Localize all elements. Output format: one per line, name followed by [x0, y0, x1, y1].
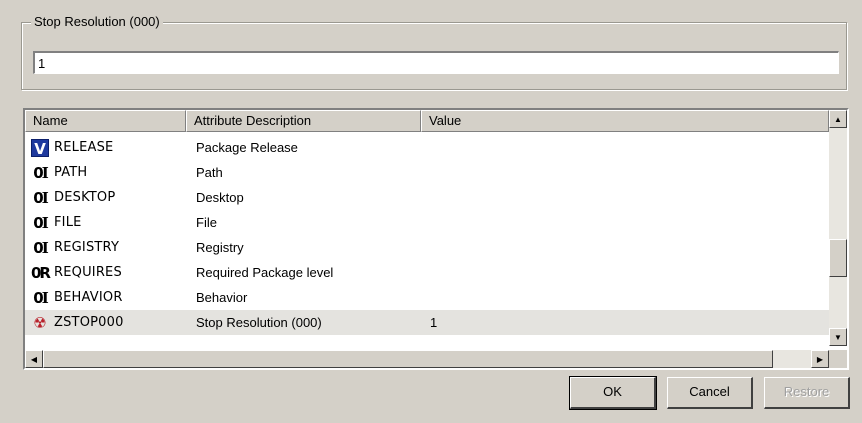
- vertical-scrollbar[interactable]: ▲ ▼: [829, 110, 847, 346]
- restore-button[interactable]: Restore: [764, 377, 850, 409]
- row-description: Registry: [196, 240, 244, 255]
- row-description: File: [196, 215, 217, 230]
- table-row[interactable]: 0 I REGISTRY Registry: [25, 235, 829, 260]
- row-name: BEHAVIOR: [54, 290, 123, 305]
- ok-button[interactable]: OK: [569, 376, 657, 410]
- scroll-left-icon[interactable]: ◀: [25, 350, 43, 368]
- horizontal-scroll-thumb[interactable]: [43, 350, 773, 368]
- clip-r-icon: 0R: [31, 263, 51, 282]
- clip-i-icon: 0I: [33, 238, 48, 257]
- row-name: DESKTOP: [54, 190, 116, 205]
- row-description: Path: [196, 165, 223, 180]
- table-row[interactable]: 0 I DESKTOP Desktop: [25, 185, 829, 210]
- vertical-scroll-thumb[interactable]: [829, 239, 847, 277]
- column-header-value[interactable]: Value: [421, 110, 829, 132]
- row-name: FILE: [54, 215, 82, 230]
- table-row-selected[interactable]: ☢ ZSTOP000 Stop Resolution (000) 1: [25, 310, 829, 335]
- clip-i-icon: 0I: [33, 288, 48, 307]
- clip-i-icon: 0I: [33, 188, 48, 207]
- clip-i-icon: 0I: [33, 213, 48, 232]
- table-row[interactable]: 0R REQUIRES Required Package level: [25, 260, 829, 285]
- table-row[interactable]: V RELEASE Package Release: [25, 135, 829, 160]
- group-label: Stop Resolution (000): [31, 14, 163, 29]
- scroll-right-icon[interactable]: ▶: [811, 350, 829, 368]
- resize-corner: [829, 350, 847, 368]
- value-input[interactable]: [33, 51, 839, 74]
- row-name: ZSTOP000: [54, 315, 124, 330]
- stop-icon: ☢: [33, 314, 47, 332]
- table-row[interactable]: 0 I BEHAVIOR Behavior: [25, 285, 829, 310]
- column-header-name[interactable]: Name: [25, 110, 186, 132]
- list-rows: V RELEASE Package Release 0 I PATH Path 0I D…: [25, 135, 829, 335]
- row-description: Behavior: [196, 290, 248, 305]
- row-description: Package Release: [196, 140, 298, 155]
- column-header-description[interactable]: Attribute Description: [186, 110, 421, 132]
- table-row[interactable]: 0 I FILE File: [25, 210, 829, 235]
- v-icon: V: [29, 138, 51, 158]
- list-header: Name Attribute Description Value: [25, 110, 829, 132]
- row-name: REQUIRES: [54, 265, 122, 280]
- scroll-up-icon[interactable]: ▲: [829, 110, 847, 128]
- clip-i-icon: 0I: [33, 163, 48, 182]
- row-name: RELEASE: [54, 140, 114, 155]
- scroll-down-icon[interactable]: ▼: [829, 328, 847, 346]
- row-value: 1: [430, 315, 438, 330]
- horizontal-scrollbar[interactable]: ◀ ▶: [25, 350, 829, 368]
- cancel-button[interactable]: Cancel: [667, 377, 753, 409]
- row-description: Desktop: [196, 190, 244, 205]
- row-description: Stop Resolution (000): [196, 315, 322, 330]
- row-name: REGISTRY: [54, 240, 120, 255]
- row-description: Required Package level: [196, 265, 334, 280]
- table-row[interactable]: 0 I PATH Path: [25, 160, 829, 185]
- attribute-list[interactable]: Name Attribute Description Value V RELEAS…: [23, 108, 849, 370]
- row-name: PATH: [54, 165, 88, 180]
